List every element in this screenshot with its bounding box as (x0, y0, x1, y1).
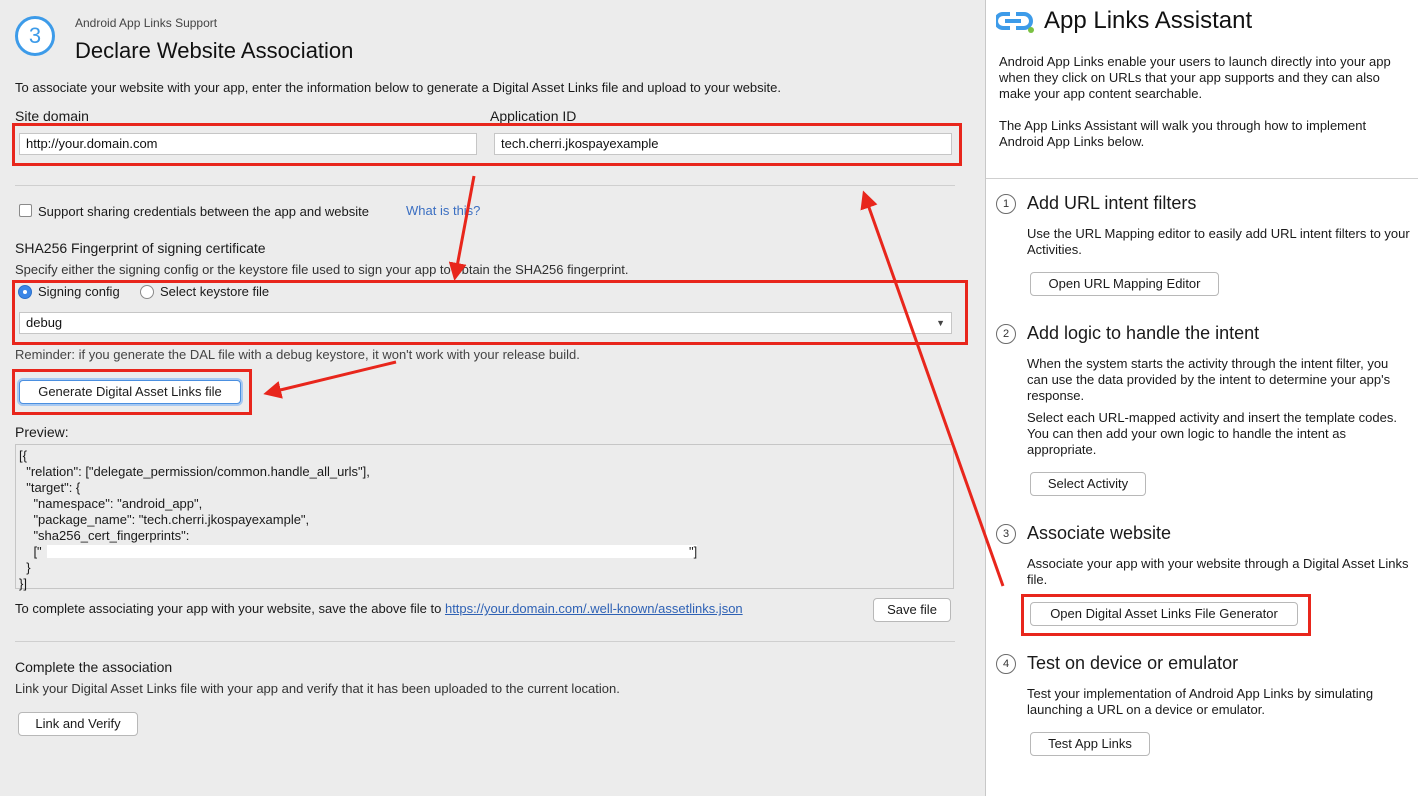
open-url-mapping-editor-button[interactable]: Open URL Mapping Editor (1030, 272, 1219, 296)
app-links-assistant-panel: App Links Assistant Android App Links en… (985, 0, 1418, 796)
annotation-box-dal-generator (1021, 594, 1311, 636)
sha256-description: Specify either the signing config or the… (15, 262, 629, 277)
step-1-badge: 1 (996, 194, 1016, 214)
test-app-links-button[interactable]: Test App Links (1030, 732, 1150, 756)
fingerprint-close: "] (689, 544, 698, 559)
assistant-intro-2: The App Links Assistant will walk you th… (999, 118, 1367, 149)
annotation-box-domain-appid (12, 123, 962, 166)
step-2-description: When the system starts the activity thro… (1027, 356, 1391, 403)
step-2-description-2: Select each URL-mapped activity and inse… (1027, 410, 1397, 457)
share-credentials-label: Support sharing credentials between the … (38, 204, 369, 219)
preview-line: "sha256_cert_fingerprints": (19, 528, 190, 543)
preview-line: "namespace": "android_app", (19, 496, 203, 511)
divider (15, 641, 955, 642)
preview-line: }] (19, 576, 27, 591)
redacted-fingerprint (47, 545, 697, 558)
application-id-label: Application ID (490, 108, 577, 124)
step-4-title: Test on device or emulator (1027, 653, 1239, 673)
annotation-box-generate (12, 369, 252, 415)
link-and-verify-button[interactable]: Link and Verify (18, 712, 138, 736)
step-4-badge: 4 (996, 654, 1016, 674)
divider (15, 185, 955, 186)
sha256-title: SHA256 Fingerprint of signing certificat… (15, 240, 266, 256)
page-title: Declare Website Association (75, 38, 354, 63)
preview-label: Preview: (15, 424, 69, 440)
select-activity-button[interactable]: Select Activity (1030, 472, 1146, 496)
step-4-description: Test your implementation of Android App … (1027, 686, 1374, 717)
what-is-this-link[interactable]: What is this? (406, 203, 480, 218)
complete-association-title: Complete the association (15, 659, 173, 675)
step-2-title: Add logic to handle the intent (1027, 323, 1260, 343)
step-number-badge: 3 (15, 16, 55, 56)
intro-text: To associate your website with your app,… (15, 80, 781, 95)
complete-association-description: Link your Digital Asset Links file with … (15, 681, 620, 696)
step-1-title: Add URL intent filters (1027, 193, 1197, 213)
preview-line: "relation": ["delegate_permission/common… (19, 464, 370, 479)
step-1-description: Use the URL Mapping editor to easily add… (1027, 226, 1410, 257)
save-instruction-text: To complete associating your app with yo… (15, 601, 445, 616)
preview-line: [" "] (19, 544, 698, 559)
assetlinks-url-link[interactable]: https://your.domain.com/.well-known/asse… (445, 601, 743, 616)
preview-textarea[interactable]: [{ "relation": ["delegate_permission/com… (15, 444, 954, 591)
preview-line: } (19, 560, 31, 575)
debug-reminder: Reminder: if you generate the DAL file w… (15, 347, 580, 362)
save-file-button[interactable]: Save file (873, 598, 951, 622)
step-3-badge: 3 (996, 524, 1016, 544)
divider (986, 178, 1418, 179)
panel-subtitle: Android App Links Support (75, 16, 218, 30)
share-credentials-checkbox[interactable] (19, 204, 32, 217)
annotation-box-signing (12, 280, 968, 345)
step-2-badge: 2 (996, 324, 1016, 344)
step-3-title: Associate website (1027, 523, 1172, 543)
assistant-intro: Android App Links enable your users to l… (999, 54, 1391, 101)
preview-line: [{ (19, 448, 27, 463)
assistant-title: App Links Assistant (1044, 7, 1253, 34)
preview-line: "package_name": "tech.cherri.jkospayexam… (19, 512, 310, 527)
site-domain-label: Site domain (15, 108, 89, 124)
preview-line: "target": { (19, 480, 81, 495)
app-links-logo-icon (996, 12, 1034, 33)
save-instruction: To complete associating your app with yo… (15, 601, 743, 616)
step-3-description: Associate your app with your website thr… (1027, 556, 1409, 587)
